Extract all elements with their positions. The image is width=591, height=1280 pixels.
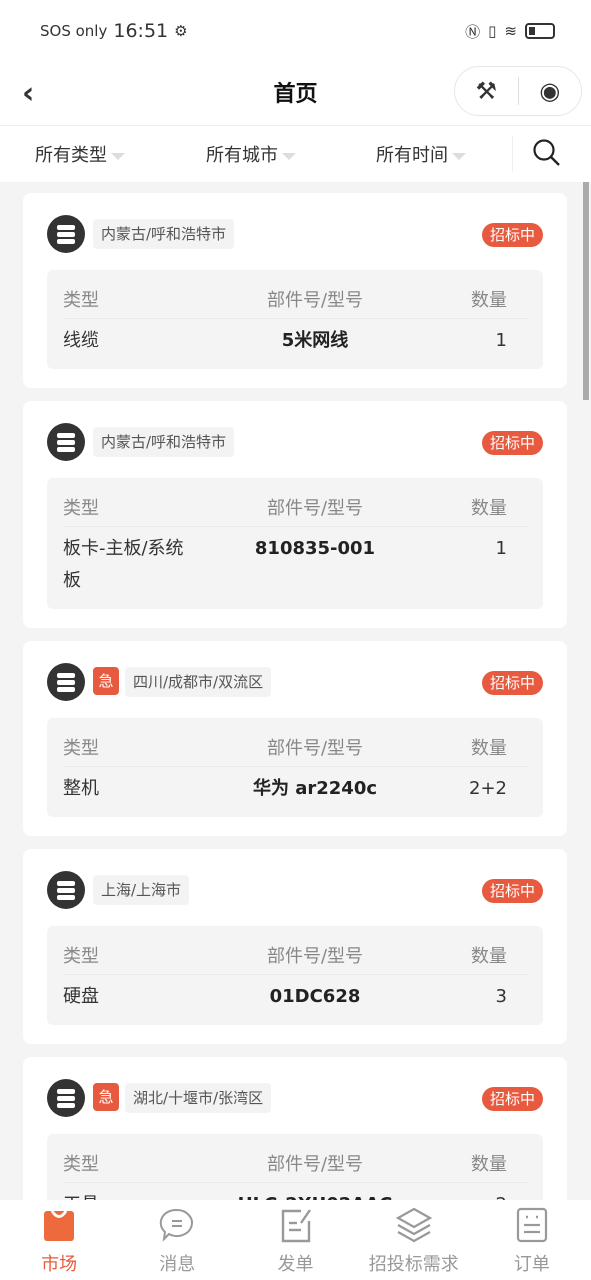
tab-order[interactable]: 订单: [473, 1200, 591, 1280]
item-qty: 3: [495, 986, 507, 1007]
item-table: 类型 部件号/型号 数量 整机 华为 ar2240c 2+2: [47, 718, 543, 817]
item-qty: 1: [495, 330, 507, 351]
status-badge: 招标中: [481, 1087, 543, 1111]
item-table: 类型 部件号/型号 数量 线缆 5米网线 1: [47, 270, 543, 369]
carrier: SOS only: [40, 22, 108, 40]
tab-label: 市场: [41, 1254, 78, 1275]
tender-list: 内蒙古/呼和浩特市 招标中 类型 部件号/型号 数量 线缆 5米网线 1 内蒙古/呼和浩…: [0, 182, 591, 1200]
tab-label: 消息: [159, 1254, 196, 1275]
server-icon: [47, 663, 85, 701]
item-type: 线缆: [63, 330, 99, 351]
tender-card[interactable]: 内蒙古/呼和浩特市 招标中 类型 部件号/型号 数量 线缆 5米网线 1: [23, 193, 567, 388]
tab-layers[interactable]: 招投标需求: [355, 1200, 473, 1280]
header-part: 部件号/型号: [266, 1154, 364, 1175]
record-icon[interactable]: ◉: [519, 77, 582, 105]
status-badge: 招标中: [481, 879, 543, 903]
filter-time[interactable]: 所有时间: [376, 141, 466, 167]
header-part: 部件号/型号: [266, 498, 364, 519]
item-type: 整机: [63, 778, 99, 799]
item-table: 类型 部件号/型号 数量 硬盘 01DC628 3: [47, 926, 543, 1025]
item-type: 工具: [63, 1189, 193, 1200]
dropdown-icon: [111, 152, 125, 160]
item-type: 板卡-主板/系统板: [63, 538, 184, 591]
item-qty: 1: [495, 538, 507, 559]
nfc-icon: Ⓝ: [465, 22, 481, 41]
bag-icon: [0, 1206, 118, 1244]
header-qty: 数量: [471, 1154, 507, 1175]
header-type: 类型: [63, 1154, 99, 1175]
header-qty: 数量: [471, 290, 507, 311]
item-table: 类型 部件号/型号 数量 板卡-主板/系统板 810835-001 1: [47, 478, 543, 609]
item-part: 01DC628: [269, 986, 361, 1007]
vibrate-icon: ▯: [488, 22, 497, 40]
item-type: 硬盘: [63, 986, 99, 1007]
server-icon: [47, 423, 85, 461]
clock: 16:51: [113, 20, 169, 42]
server-icon: [47, 1079, 85, 1117]
tools-icon[interactable]: ⚒: [455, 77, 518, 105]
status-badge: 招标中: [481, 671, 543, 695]
header-type: 类型: [63, 946, 99, 967]
battery-icon: [525, 23, 555, 39]
header-part: 部件号/型号: [266, 290, 364, 311]
location-tag: 内蒙古/呼和浩特市: [93, 427, 235, 457]
order-icon: [473, 1206, 591, 1244]
item-qty: 2+2: [469, 778, 507, 799]
tab-label: 招投标需求: [368, 1254, 459, 1275]
tender-card[interactable]: 急四川/成都市/双流区 招标中 类型 部件号/型号 数量 整机 华为 ar2240c 2…: [23, 641, 567, 836]
status-badge: 招标中: [481, 431, 543, 455]
tab-label: 订单: [513, 1254, 550, 1275]
filter-bar: 所有类型 所有城市 所有时间: [0, 126, 591, 182]
tab-edit[interactable]: 发单: [236, 1200, 354, 1280]
wifi-icon: ≋: [504, 22, 517, 40]
header-type: 类型: [63, 738, 99, 759]
header-qty: 数量: [471, 738, 507, 759]
urgent-badge: 急: [93, 667, 119, 695]
item-part: 810835-001: [254, 538, 376, 559]
status-bar: SOS only 16:51 ⚙ Ⓝ ▯ ≋: [0, 0, 591, 62]
location-tag: 上海/上海市: [93, 875, 190, 905]
status-badge: 招标中: [481, 223, 543, 247]
tender-card[interactable]: 内蒙古/呼和浩特市 招标中 类型 部件号/型号 数量 板卡-主板/系统板 810835…: [23, 401, 567, 628]
layers-icon: [355, 1206, 473, 1244]
tab-bar: 市场 消息 发单 招投标需求 订单: [0, 1200, 591, 1280]
urgent-badge: 急: [93, 1083, 119, 1111]
chat-icon: [118, 1206, 236, 1244]
header-qty: 数量: [471, 498, 507, 519]
location-tag: 湖北/十堰市/张湾区: [125, 1083, 272, 1113]
header-part: 部件号/型号: [266, 946, 364, 967]
server-icon: [47, 215, 85, 253]
location-tag: 内蒙古/呼和浩特市: [93, 219, 235, 249]
edit-icon: [236, 1206, 354, 1244]
tender-card[interactable]: 上海/上海市 招标中 类型 部件号/型号 数量 硬盘 01DC628 3: [23, 849, 567, 1044]
item-qty: 2: [427, 1189, 527, 1200]
filter-type[interactable]: 所有类型: [35, 141, 125, 167]
dropdown-icon: [452, 152, 466, 160]
server-icon: [47, 871, 85, 909]
header-type: 类型: [63, 290, 99, 311]
tab-label: 发单: [277, 1254, 314, 1275]
location-tag: 四川/成都市/双流区: [125, 667, 272, 697]
tender-card[interactable]: 急湖北/十堰市/张湾区 招标中 类型 部件号/型号 数量 工具 HLC-2XU02AA…: [23, 1057, 567, 1200]
header-type: 类型: [63, 498, 99, 519]
header-part: 部件号/型号: [266, 738, 364, 759]
tab-bag[interactable]: 市场: [0, 1200, 118, 1280]
search-icon[interactable]: [532, 138, 562, 168]
item-part: 华为 ar2240c: [252, 778, 378, 799]
nav-bar: ‹ 首页 ⚒ ◉: [0, 62, 591, 126]
header-qty: 数量: [471, 946, 507, 967]
mini-program-capsule: ⚒ ◉: [454, 66, 582, 116]
dropdown-icon: [282, 152, 296, 160]
tab-chat[interactable]: 消息: [118, 1200, 236, 1280]
filter-city[interactable]: 所有城市: [206, 141, 296, 167]
scrollbar[interactable]: [583, 182, 589, 400]
item-table: 类型 部件号/型号 数量 工具 HLC-2XU02AAC2: [47, 1134, 543, 1200]
item-part: HLC-2XU02AAC: [203, 1189, 427, 1200]
item-part: 5米网线: [281, 330, 349, 351]
settings-icon: ⚙: [174, 22, 188, 40]
